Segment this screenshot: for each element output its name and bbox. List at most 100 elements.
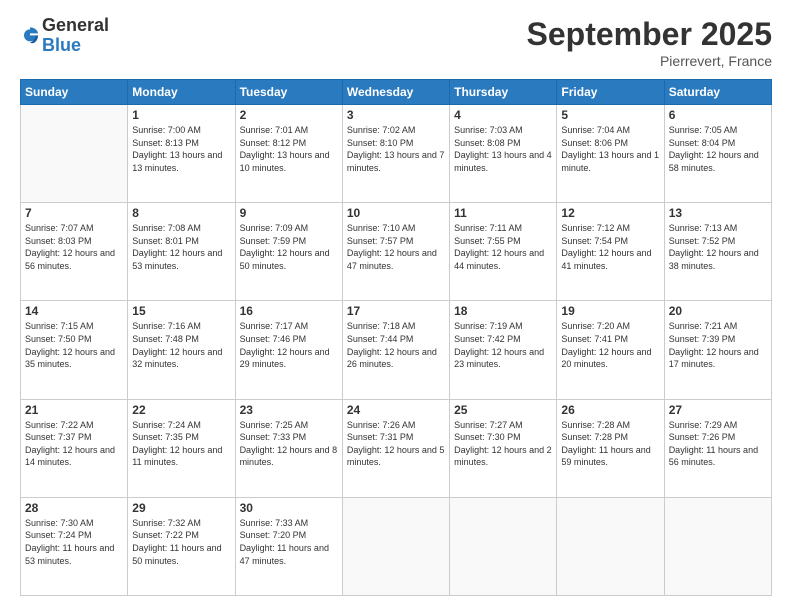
day-info: Sunrise: 7:20 AMSunset: 7:41 PMDaylight:… [561,320,659,370]
logo: General Blue [20,16,109,56]
day-number: 20 [669,304,767,318]
day-info: Sunrise: 7:04 AMSunset: 8:06 PMDaylight:… [561,124,659,174]
day-info: Sunrise: 7:08 AMSunset: 8:01 PMDaylight:… [132,222,230,272]
day-number: 3 [347,108,445,122]
day-number: 30 [240,501,338,515]
day-info: Sunrise: 7:01 AMSunset: 8:12 PMDaylight:… [240,124,338,174]
day-info: Sunrise: 7:15 AMSunset: 7:50 PMDaylight:… [25,320,123,370]
day-number: 18 [454,304,552,318]
calendar-week-row: 28 Sunrise: 7:30 AMSunset: 7:24 PMDayligh… [21,497,772,595]
day-info: Sunrise: 7:18 AMSunset: 7:44 PMDaylight:… [347,320,445,370]
calendar-cell: 7 Sunrise: 7:07 AMSunset: 8:03 PMDaylight… [21,203,128,301]
weekday-header: Thursday [450,80,557,105]
day-number: 10 [347,206,445,220]
day-number: 24 [347,403,445,417]
logo-blue: Blue [42,36,109,56]
calendar-cell: 17 Sunrise: 7:18 AMSunset: 7:44 PMDayligh… [342,301,449,399]
weekday-header: Wednesday [342,80,449,105]
calendar-cell: 6Sunrise: 7:05 AMSunset: 8:04 PMDaylight… [664,105,771,203]
day-number: 25 [454,403,552,417]
day-info: Sunrise: 7:12 AMSunset: 7:54 PMDaylight:… [561,222,659,272]
day-number: 23 [240,403,338,417]
calendar-cell [21,105,128,203]
calendar-cell: 22Sunrise: 7:24 AMSunset: 7:35 PMDayligh… [128,399,235,497]
day-number: 13 [669,206,767,220]
day-info: Sunrise: 7:19 AMSunset: 7:42 PMDaylight:… [454,320,552,370]
day-number: 14 [25,304,123,318]
logo-general: General [42,16,109,36]
weekday-header: Friday [557,80,664,105]
day-number: 8 [132,206,230,220]
day-number: 21 [25,403,123,417]
calendar-cell: 28 Sunrise: 7:30 AMSunset: 7:24 PMDayligh… [21,497,128,595]
calendar-cell: 23 Sunrise: 7:25 AMSunset: 7:33 PMDayligh… [235,399,342,497]
calendar-cell [664,497,771,595]
calendar-cell: 18 Sunrise: 7:19 AMSunset: 7:42 PMDayligh… [450,301,557,399]
weekday-header: Monday [128,80,235,105]
calendar-week-row: 14 Sunrise: 7:15 AMSunset: 7:50 PMDayligh… [21,301,772,399]
calendar-cell: 14 Sunrise: 7:15 AMSunset: 7:50 PMDayligh… [21,301,128,399]
day-info: Sunrise: 7:16 AMSunset: 7:48 PMDaylight:… [132,320,230,370]
day-number: 26 [561,403,659,417]
day-number: 16 [240,304,338,318]
calendar-cell: 19 Sunrise: 7:20 AMSunset: 7:41 PMDayligh… [557,301,664,399]
day-info: Sunrise: 7:30 AMSunset: 7:24 PMDaylight:… [25,517,123,567]
day-info: Sunrise: 7:29 AMSunset: 7:26 PMDaylight:… [669,419,767,469]
location: Pierrevert, France [527,53,772,69]
calendar-week-row: 1Sunrise: 7:00 AMSunset: 8:13 PMDaylight… [21,105,772,203]
calendar-week-row: 21 Sunrise: 7:22 AMSunset: 7:37 PMDayligh… [21,399,772,497]
calendar-cell: 11Sunrise: 7:11 AMSunset: 7:55 PMDayligh… [450,203,557,301]
day-number: 12 [561,206,659,220]
day-info: Sunrise: 7:13 AMSunset: 7:52 PMDaylight:… [669,222,767,272]
calendar-cell [450,497,557,595]
weekday-header: Saturday [664,80,771,105]
day-info: Sunrise: 7:26 AMSunset: 7:31 PMDaylight:… [347,419,445,469]
day-info: Sunrise: 7:05 AMSunset: 8:04 PMDaylight:… [669,124,767,174]
calendar-cell [557,497,664,595]
day-info: Sunrise: 7:33 AMSunset: 7:20 PMDaylight:… [240,517,338,567]
day-number: 19 [561,304,659,318]
calendar-cell: 12 Sunrise: 7:12 AMSunset: 7:54 PMDayligh… [557,203,664,301]
calendar-cell: 25 Sunrise: 7:27 AMSunset: 7:30 PMDayligh… [450,399,557,497]
day-info: Sunrise: 7:07 AMSunset: 8:03 PMDaylight:… [25,222,123,272]
day-number: 29 [132,501,230,515]
day-info: Sunrise: 7:25 AMSunset: 7:33 PMDaylight:… [240,419,338,469]
day-info: Sunrise: 7:27 AMSunset: 7:30 PMDaylight:… [454,419,552,469]
calendar-cell: 24 Sunrise: 7:26 AMSunset: 7:31 PMDayligh… [342,399,449,497]
calendar-cell: 8 Sunrise: 7:08 AMSunset: 8:01 PMDaylight… [128,203,235,301]
day-number: 2 [240,108,338,122]
day-number: 15 [132,304,230,318]
calendar-cell: 10 Sunrise: 7:10 AMSunset: 7:57 PMDayligh… [342,203,449,301]
weekday-header: Sunday [21,80,128,105]
calendar-cell: 30 Sunrise: 7:33 AMSunset: 7:20 PMDayligh… [235,497,342,595]
logo-text: General Blue [42,16,109,56]
weekday-header: Tuesday [235,80,342,105]
calendar-cell: 13 Sunrise: 7:13 AMSunset: 7:52 PMDayligh… [664,203,771,301]
day-info: Sunrise: 7:10 AMSunset: 7:57 PMDaylight:… [347,222,445,272]
calendar-cell: 2 Sunrise: 7:01 AMSunset: 8:12 PMDaylight… [235,105,342,203]
page: General Blue September 2025 Pierrevert, … [0,0,792,612]
logo-icon [20,26,40,46]
calendar-cell: 21 Sunrise: 7:22 AMSunset: 7:37 PMDayligh… [21,399,128,497]
calendar-cell: 3Sunrise: 7:02 AMSunset: 8:10 PMDaylight… [342,105,449,203]
month-title: September 2025 [527,16,772,53]
day-info: Sunrise: 7:32 AMSunset: 7:22 PMDaylight:… [132,517,230,567]
day-number: 9 [240,206,338,220]
day-number: 7 [25,206,123,220]
day-number: 27 [669,403,767,417]
day-info: Sunrise: 7:21 AMSunset: 7:39 PMDaylight:… [669,320,767,370]
day-info: Sunrise: 7:22 AMSunset: 7:37 PMDaylight:… [25,419,123,469]
calendar-cell: 27 Sunrise: 7:29 AMSunset: 7:26 PMDayligh… [664,399,771,497]
title-block: September 2025 Pierrevert, France [527,16,772,69]
day-number: 17 [347,304,445,318]
calendar-cell: 9Sunrise: 7:09 AMSunset: 7:59 PMDaylight… [235,203,342,301]
weekday-header-row: SundayMondayTuesdayWednesdayThursdayFrid… [21,80,772,105]
calendar-cell [342,497,449,595]
calendar-cell: 16 Sunrise: 7:17 AMSunset: 7:46 PMDayligh… [235,301,342,399]
calendar-cell: 26Sunrise: 7:28 AMSunset: 7:28 PMDayligh… [557,399,664,497]
day-info: Sunrise: 7:00 AMSunset: 8:13 PMDaylight:… [132,124,230,174]
day-number: 28 [25,501,123,515]
calendar-cell: 15 Sunrise: 7:16 AMSunset: 7:48 PMDayligh… [128,301,235,399]
day-info: Sunrise: 7:17 AMSunset: 7:46 PMDaylight:… [240,320,338,370]
calendar-cell: 29 Sunrise: 7:32 AMSunset: 7:22 PMDayligh… [128,497,235,595]
